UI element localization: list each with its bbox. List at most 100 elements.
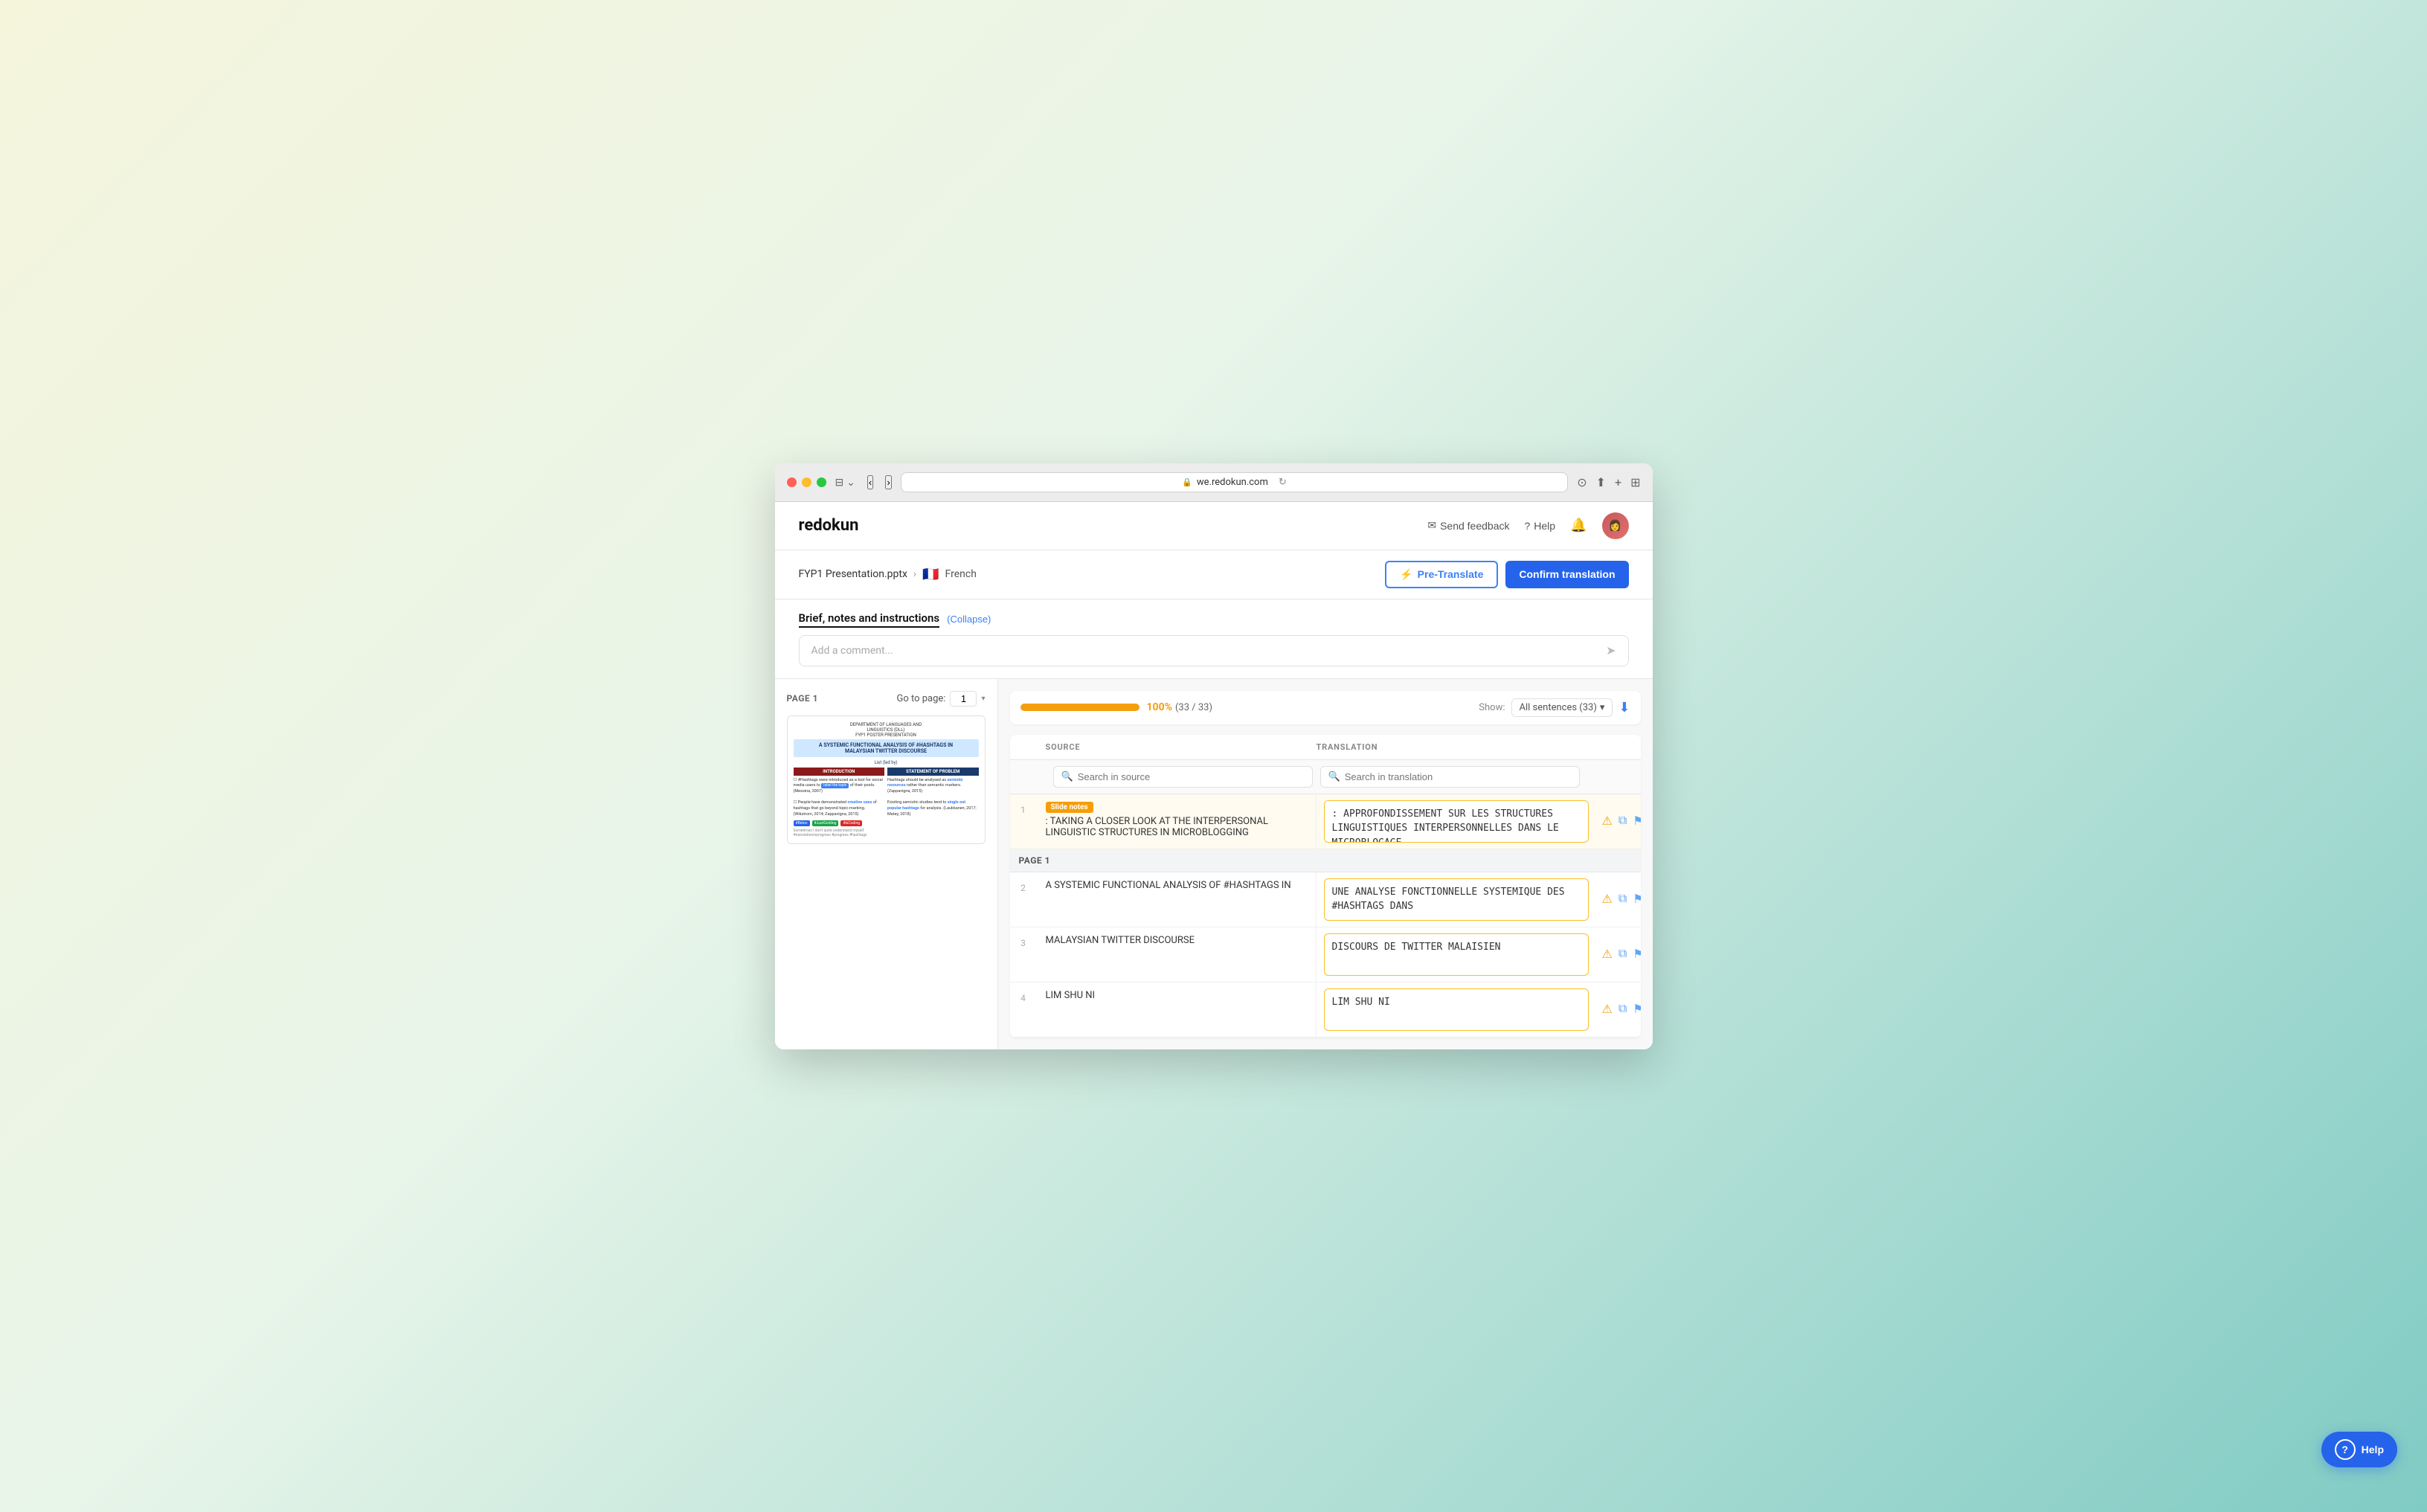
filter-select[interactable]: All sentences (33) ▾	[1511, 698, 1613, 717]
minimize-button[interactable]	[802, 477, 811, 487]
translation-table: SOURCE TRANSLATION 🔍 🔍	[1010, 735, 1641, 1038]
preview-sidebar: PAGE 1 Go to page: ▾ DEPARTMENT OF LANGU…	[775, 679, 998, 1049]
slide-content: DEPARTMENT OF LANGUAGES ANDLINGUISTICS (…	[788, 716, 985, 844]
translation-input[interactable]: DISCOURS DE TWITTER MALAISIEN	[1324, 933, 1589, 976]
row-actions: ⚠ ⧉ ⚑	[1596, 794, 1641, 849]
collapse-button[interactable]: (Collapse)	[947, 614, 991, 625]
warning-icon[interactable]: ⚠	[1601, 945, 1614, 963]
translation-cell[interactable]: LIM SHU NI	[1317, 982, 1596, 1037]
translation-input[interactable]: UNE ANALYSE FONCTIONNELLE SYSTEMIQUE DES…	[1324, 878, 1589, 921]
row-actions: ⚠ ⧉ ⚑	[1596, 872, 1641, 927]
reload-icon: ↻	[1279, 477, 1287, 488]
avatar[interactable]: 👩	[1602, 512, 1629, 539]
warning-icon[interactable]: ⚠	[1601, 812, 1614, 830]
goto-label: Go to page:	[896, 693, 945, 704]
history-icon[interactable]: ⊙	[1577, 475, 1587, 489]
search-row: 🔍 🔍	[1010, 760, 1641, 794]
bell-icon: 🔔	[1570, 518, 1587, 533]
help-button[interactable]: ? Help	[1524, 520, 1555, 532]
page-label: PAGE 1	[787, 693, 819, 704]
url-text: we.redokun.com	[1197, 477, 1268, 488]
chevron-down-icon: ▾	[1600, 702, 1605, 713]
copy-icon[interactable]: ⧉	[1617, 1001, 1628, 1017]
grid-icon[interactable]: ⊞	[1630, 475, 1640, 489]
slide-notes-badge: Slide notes	[1046, 802, 1093, 813]
flag-icon[interactable]: ⚑	[1631, 890, 1640, 908]
search-icon: 🔍	[1061, 771, 1073, 782]
new-tab-icon[interactable]: +	[1615, 475, 1621, 489]
source-cell: MALAYSIAN TWITTER DISCOURSE	[1037, 927, 1317, 982]
browser-chrome: ⊟ ⌄ ‹ › 🔒 we.redokun.com ↻ ⊙ ⬆ + ⊞	[775, 463, 1653, 502]
translation-input[interactable]: LIM SHU NI	[1324, 988, 1589, 1031]
progress-bar-row: 100% (33 / 33) Show: All sentences (33) …	[1010, 691, 1641, 724]
file-name: FYP1 Presentation.pptx	[799, 568, 907, 580]
progress-bar-fill	[1020, 704, 1139, 711]
flag-icon[interactable]: ⚑	[1631, 1000, 1640, 1018]
source-text: : TAKING A CLOSER LOOK AT THE INTERPERSO…	[1046, 816, 1307, 838]
send-comment-button[interactable]: ➤	[1606, 643, 1616, 658]
close-button[interactable]	[787, 477, 797, 487]
copy-icon[interactable]: ⧉	[1617, 946, 1628, 962]
mail-icon: ✉	[1427, 519, 1436, 532]
source-search-wrap: 🔍	[1053, 766, 1313, 788]
comment-placeholder: Add a comment...	[811, 645, 893, 657]
warning-icon[interactable]: ⚠	[1601, 890, 1614, 908]
sub-header: FYP1 Presentation.pptx › 🇫🇷 French ⚡ Pre…	[775, 550, 1653, 599]
page-nav: PAGE 1 Go to page: ▾	[787, 691, 986, 707]
translation-input[interactable]: : APPROFONDISSEMENT SUR LES STRUCTURES L…	[1324, 800, 1589, 843]
page-number-input[interactable]	[950, 691, 977, 707]
main-content: PAGE 1 Go to page: ▾ DEPARTMENT OF LANGU…	[775, 679, 1653, 1049]
table-row: 3 MALAYSIAN TWITTER DISCOURSE DISCOURS D…	[1010, 927, 1641, 982]
chevron-down-icon: ▾	[981, 695, 985, 703]
forward-icon: ›	[887, 477, 890, 488]
translation-cell[interactable]: : APPROFONDISSEMENT SUR LES STRUCTURES L…	[1317, 794, 1596, 849]
confirm-translation-button[interactable]: Confirm translation	[1505, 561, 1628, 588]
brief-title: Brief, notes and instructions	[799, 611, 940, 628]
sidebar-toggle-button[interactable]: ⊟ ⌄	[835, 476, 855, 489]
progress-count: (33 / 33)	[1175, 702, 1212, 713]
row-number: 2	[1010, 872, 1037, 927]
forward-button[interactable]: ›	[885, 475, 891, 489]
flag-icon[interactable]: ⚑	[1631, 945, 1640, 963]
table-row: 1 Slide notes : TAKING A CLOSER LOOK AT …	[1010, 794, 1641, 849]
breadcrumb: FYP1 Presentation.pptx › 🇫🇷 French	[799, 567, 977, 582]
pre-translate-button[interactable]: ⚡ Pre-Translate	[1385, 561, 1498, 588]
lock-icon: 🔒	[1182, 477, 1192, 487]
translation-col-header: TRANSLATION	[1317, 742, 1587, 752]
source-cell: Slide notes : TAKING A CLOSER LOOK AT TH…	[1037, 794, 1317, 849]
back-button[interactable]: ‹	[867, 475, 873, 489]
copy-icon[interactable]: ⧉	[1617, 813, 1628, 829]
show-filter: Show: All sentences (33) ▾ ⬇	[1479, 698, 1630, 717]
download-button[interactable]: ⬇	[1618, 700, 1630, 715]
send-feedback-button[interactable]: ✉ Send feedback	[1427, 519, 1509, 532]
share-icon[interactable]: ⬆	[1596, 475, 1606, 489]
show-label: Show:	[1479, 702, 1505, 713]
slide-preview: DEPARTMENT OF LANGUAGES ANDLINGUISTICS (…	[787, 715, 986, 845]
row-actions: ⚠ ⧉ ⚑	[1596, 982, 1641, 1037]
breadcrumb-separator: ›	[913, 568, 916, 580]
translation-cell[interactable]: UNE ANALYSE FONCTIONNELLE SYSTEMIQUE DES…	[1317, 872, 1596, 927]
source-text: MALAYSIAN TWITTER DISCOURSE	[1046, 935, 1307, 946]
fullscreen-button[interactable]	[817, 477, 826, 487]
translation-search-input[interactable]	[1345, 771, 1572, 782]
table-header-row: SOURCE TRANSLATION	[1010, 735, 1641, 760]
warning-icon[interactable]: ⚠	[1601, 1000, 1614, 1018]
flag-icon[interactable]: ⚑	[1631, 812, 1640, 830]
download-icon: ⬇	[1618, 700, 1630, 715]
help-circle-icon: ?	[1524, 520, 1530, 532]
progress-bar-container	[1020, 704, 1139, 711]
row-number: 4	[1010, 982, 1037, 1037]
address-bar[interactable]: 🔒 we.redokun.com ↻	[901, 472, 1568, 492]
translation-search-wrap: 🔍	[1320, 766, 1580, 788]
notification-button[interactable]: 🔔	[1570, 518, 1587, 533]
source-text: A SYSTEMIC FUNCTIONAL ANALYSIS OF #HASHT…	[1046, 880, 1307, 891]
traffic-lights	[787, 477, 826, 487]
app-logo: redokun	[799, 516, 859, 535]
source-col-header: SOURCE	[1046, 742, 1317, 752]
copy-icon[interactable]: ⧉	[1617, 891, 1628, 907]
source-search-input[interactable]	[1078, 771, 1305, 782]
translation-cell[interactable]: DISCOURS DE TWITTER MALAISIEN	[1317, 927, 1596, 982]
goto-page: Go to page: ▾	[896, 691, 985, 707]
back-icon: ‹	[869, 477, 872, 488]
source-text: LIM SHU NI	[1046, 990, 1307, 1001]
